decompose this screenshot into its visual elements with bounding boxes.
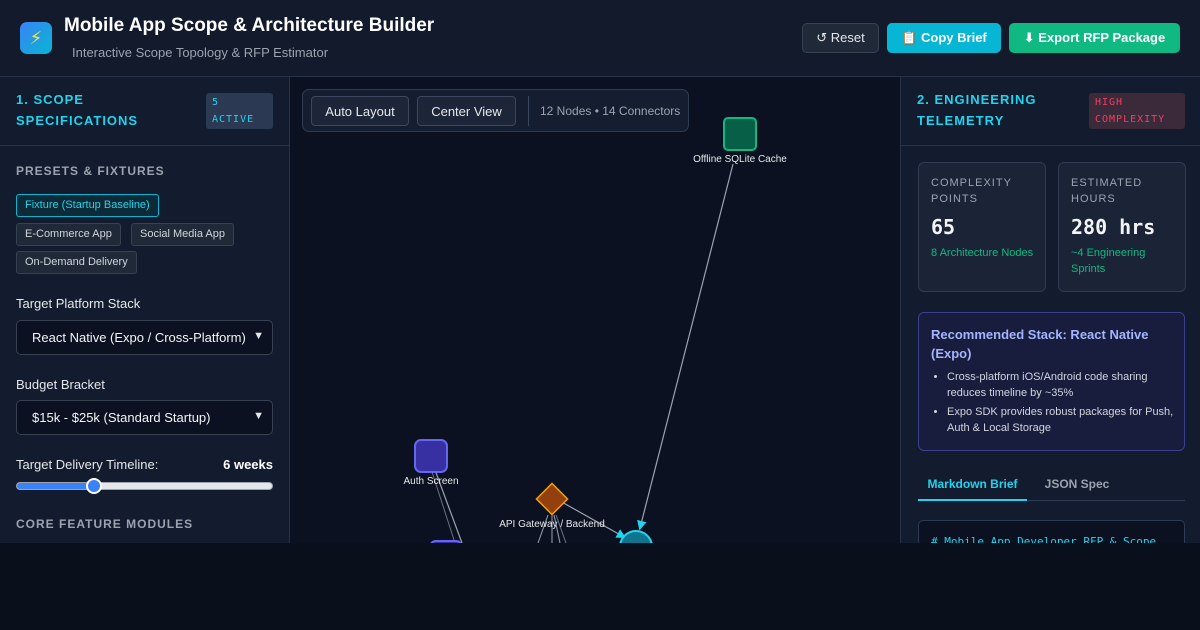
node-data-store[interactable] xyxy=(619,530,653,543)
telemetry-panel-header: 2. Engineering Telemetry High Complexity xyxy=(901,77,1200,146)
platform-stack-label: Target Platform Stack xyxy=(16,296,141,311)
app-window: ⚡ Mobile App Scope & Architecture Builde… xyxy=(0,0,1200,543)
center-view-button[interactable]: Center View xyxy=(417,96,516,126)
complexity-points-card: Complexity Points 65 8 Architecture Node… xyxy=(918,162,1046,292)
chevron-down-icon: ▼ xyxy=(253,330,264,342)
recommended-stack-item: Expo SDK provides robust packages for Pu… xyxy=(947,404,1177,436)
app-title: Mobile App Scope & Architecture Builder xyxy=(64,15,435,36)
timeline-slider-thumb[interactable] xyxy=(85,478,102,494)
telemetry-panel-title: 2. Engineering Telemetry xyxy=(917,92,1037,128)
app-header: ⚡ Mobile App Scope & Architecture Builde… xyxy=(0,0,1200,77)
preset-startup-baseline[interactable]: Fixture (Startup Baseline) xyxy=(16,194,159,217)
active-count-badge: 5 Active xyxy=(206,93,273,129)
presets-section-label: Presets & Fixtures xyxy=(16,164,165,178)
budget-bracket-select[interactable]: $15k - $25k (Standard Startup) ▼ xyxy=(16,400,273,435)
recommended-stack-card: Recommended Stack: React Native (Expo) C… xyxy=(918,312,1185,451)
estimated-hours-sub: ~4 Engineering Sprints xyxy=(1071,247,1146,275)
complexity-points-value: 65 xyxy=(931,215,956,239)
engineering-telemetry-panel: 2. Engineering Telemetry High Complexity… xyxy=(900,77,1200,543)
scope-panel-header: 1. Scope Specifications 5 Active xyxy=(0,77,289,146)
node-offline-sqlite-cache[interactable] xyxy=(723,117,757,151)
tab-json-spec[interactable]: JSON Spec xyxy=(1035,477,1119,501)
connector-sqlite-to-store xyxy=(637,163,734,531)
output-tabs: Markdown Brief JSON Spec xyxy=(918,471,1185,501)
toolbar-divider xyxy=(528,96,529,126)
recommended-stack-item: Cross-platform iOS/Android code sharing … xyxy=(947,369,1177,401)
brief-output[interactable]: # Mobile App Developer RFP & Scope xyxy=(918,520,1185,543)
page-background xyxy=(0,543,1200,630)
topology-graph: Offline SQLite Cache Auth Screen API Gat… xyxy=(403,117,787,543)
node-label-sqlite: Offline SQLite Cache xyxy=(693,154,787,165)
auto-layout-button[interactable]: Auto Layout xyxy=(311,96,409,126)
node-auth-screen[interactable] xyxy=(414,439,448,473)
timeline-slider[interactable] xyxy=(16,478,273,494)
feature-modules-label: Core Feature Modules xyxy=(16,517,194,531)
preset-ecommerce[interactable]: E-Commerce App xyxy=(16,223,121,246)
brief-first-line: # Mobile App Developer RFP & Scope xyxy=(931,535,1157,543)
copy-brief-button[interactable]: 📋 Copy Brief xyxy=(887,23,1001,53)
estimated-hours-card: Estimated Hours 280 hrs ~4 Engineering S… xyxy=(1058,162,1186,292)
node-label-auth: Auth Screen xyxy=(403,476,458,487)
recommended-stack-list: Cross-platform iOS/Android code sharing … xyxy=(947,369,1177,439)
estimated-hours-label: Estimated Hours xyxy=(1071,177,1143,205)
canvas-toolbar: Auto Layout Center View 12 Nodes • 14 Co… xyxy=(302,89,689,132)
budget-bracket-label: Budget Bracket xyxy=(16,377,105,392)
timeline-label: Target Delivery Timeline: xyxy=(16,457,159,472)
chevron-down-icon: ▼ xyxy=(253,410,264,422)
scope-panel-title: 1. Scope Specifications xyxy=(16,92,139,128)
preset-on-demand-delivery[interactable]: On-Demand Delivery xyxy=(16,251,137,274)
tab-markdown-brief[interactable]: Markdown Brief xyxy=(918,477,1027,501)
lightning-icon: ⚡ xyxy=(20,22,52,54)
scope-specifications-panel: 1. Scope Specifications 5 Active Presets… xyxy=(0,77,290,543)
preset-social-media[interactable]: Social Media App xyxy=(131,223,234,246)
graph-stats: 12 Nodes • 14 Connectors xyxy=(540,104,681,118)
node-api-gateway[interactable] xyxy=(535,482,569,516)
complexity-points-sub: 8 Architecture Nodes xyxy=(931,247,1034,259)
reset-button[interactable]: ↺ Reset xyxy=(802,23,879,53)
topology-canvas[interactable]: Offline SQLite Cache Auth Screen API Gat… xyxy=(290,77,900,543)
export-rfp-button[interactable]: ⬇ Export RFP Package xyxy=(1009,23,1180,53)
timeline-value: 6 weeks xyxy=(223,457,273,472)
timeline-slider-fill xyxy=(17,483,94,489)
estimated-hours-value: 280 hrs xyxy=(1071,215,1156,239)
recommended-stack-title: Recommended Stack: React Native (Expo) xyxy=(931,327,1149,361)
platform-stack-value: React Native (Expo / Cross-Platform) xyxy=(32,330,246,345)
platform-stack-select[interactable]: React Native (Expo / Cross-Platform) ▼ xyxy=(16,320,273,355)
complexity-points-label: Complexity Points xyxy=(931,177,1012,205)
complexity-badge: High Complexity xyxy=(1089,93,1185,129)
app-subtitle: Interactive Scope Topology & RFP Estimat… xyxy=(72,45,329,60)
budget-bracket-value: $15k - $25k (Standard Startup) xyxy=(32,410,211,425)
node-label-gateway: API Gateway / Backend xyxy=(499,519,605,530)
